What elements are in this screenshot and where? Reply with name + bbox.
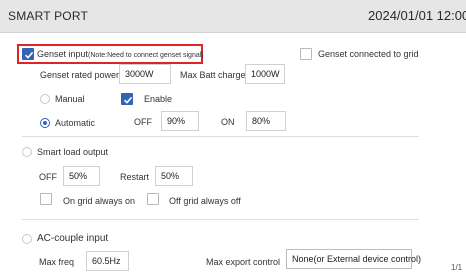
- genset-off-input[interactable]: 90%: [161, 111, 199, 131]
- smart-load-restart-input[interactable]: 50%: [155, 166, 193, 186]
- automatic-label: Automatic: [55, 118, 96, 128]
- smart-load-off-input[interactable]: 50%: [63, 166, 100, 186]
- genset-on-label: ON: [221, 117, 235, 127]
- smart-load-label: Smart load output: [37, 147, 109, 157]
- section-divider: [22, 219, 419, 220]
- genset-input-checkbox[interactable]: [22, 48, 34, 60]
- checkmark-icon: [123, 96, 133, 104]
- manual-radio[interactable]: [40, 94, 50, 104]
- off-grid-always-off-checkbox[interactable]: [147, 193, 159, 205]
- genset-grid-connected-checkbox[interactable]: [300, 48, 312, 60]
- ac-couple-radio[interactable]: [22, 234, 32, 244]
- ac-couple-label: AC-couple input: [37, 233, 109, 244]
- app-title: SMART PORT: [8, 9, 89, 23]
- manual-label: Manual: [55, 94, 85, 104]
- checkmark-icon: [24, 51, 34, 59]
- on-grid-always-on-checkbox[interactable]: [40, 193, 52, 205]
- automatic-radio[interactable]: [40, 118, 50, 128]
- enable-label: Enable: [144, 94, 173, 104]
- page-indicator: 1/1: [451, 263, 463, 272]
- genset-off-label: OFF: [134, 117, 152, 127]
- enable-checkbox[interactable]: [121, 93, 133, 105]
- genset-rated-power-input[interactable]: 3000W: [119, 64, 171, 84]
- max-freq-input[interactable]: 60.5Hz: [86, 251, 129, 271]
- max-export-control-label: Max export control: [206, 257, 281, 267]
- section-divider: [22, 136, 419, 137]
- on-grid-always-on-label: On grid always on: [63, 196, 136, 206]
- genset-on-input[interactable]: 80%: [246, 111, 286, 131]
- genset-grid-connected-label: Genset connected to grid: [318, 49, 419, 59]
- datetime-display: 2024/01/01 12:00:00: [368, 8, 466, 23]
- max-export-control-select[interactable]: None(or External device control): [286, 249, 421, 269]
- title-bar: SMART PORT 2024/01/01 12:00:00: [0, 0, 466, 33]
- smart-load-off-label: OFF: [39, 172, 57, 182]
- genset-input-label: Genset input(Note:Need to connect genset…: [37, 49, 204, 59]
- max-freq-label: Max freq: [39, 257, 75, 267]
- smart-load-radio[interactable]: [22, 147, 32, 157]
- max-batt-charge-label: Max Batt charge: [180, 70, 246, 80]
- max-batt-charge-input[interactable]: 1000W: [245, 64, 285, 84]
- smart-load-restart-label: Restart: [120, 172, 150, 182]
- genset-rated-power-label: Genset rated power: [40, 70, 120, 80]
- off-grid-always-off-label: Off grid always off: [169, 196, 241, 206]
